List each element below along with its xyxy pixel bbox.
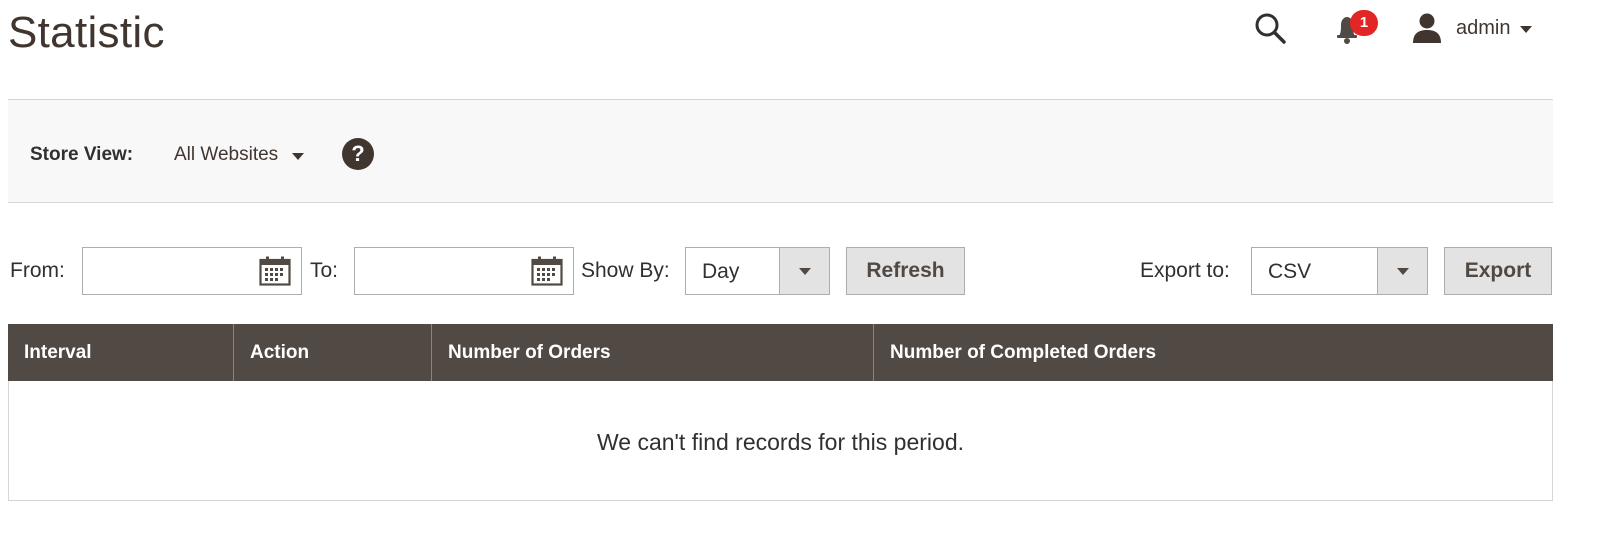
chevron-down-icon [1520, 25, 1533, 33]
from-date-field[interactable] [82, 247, 302, 295]
column-header-number-of-orders[interactable]: Number of Orders [432, 324, 874, 381]
export-format-value: CSV [1268, 260, 1312, 283]
column-header-number-of-completed-orders[interactable]: Number of Completed Orders [874, 324, 1553, 381]
column-header-action[interactable]: Action [234, 324, 432, 381]
grid-header-row: Interval Action Number of Orders Number … [8, 324, 1553, 381]
refresh-button[interactable]: Refresh [846, 247, 965, 295]
store-view-switcher[interactable]: All Websites [174, 144, 305, 166]
calendar-icon[interactable] [531, 256, 563, 286]
export-format-select[interactable]: CSV [1251, 247, 1428, 295]
show-by-select[interactable]: Day [685, 247, 830, 295]
calendar-icon[interactable] [259, 256, 291, 286]
to-label: To: [310, 259, 339, 282]
export-to-label: Export to: [1140, 259, 1230, 282]
store-view-selected: All Websites [174, 144, 279, 165]
search-icon[interactable] [1252, 10, 1288, 46]
page-title: Statistic [8, 8, 165, 57]
chevron-down-icon [292, 153, 305, 160]
grid-empty-message: We can't find records for this period. [8, 381, 1553, 501]
user-account-menu[interactable]: admin [1410, 10, 1533, 46]
user-icon [1413, 13, 1441, 43]
filter-toolbar: From: To: Show By: Day Refresh Export to… [0, 247, 1603, 295]
export-button[interactable]: Export [1444, 247, 1552, 295]
chevron-down-icon[interactable] [779, 248, 829, 294]
to-date-field[interactable] [354, 247, 574, 295]
help-icon[interactable]: ? [342, 138, 374, 170]
show-by-label: Show By: [581, 259, 670, 282]
store-view-bar: Store View: All Websites ? [8, 99, 1553, 203]
show-by-value: Day [702, 260, 740, 283]
column-header-interval[interactable]: Interval [8, 324, 234, 381]
user-name: admin [1456, 16, 1511, 39]
chevron-down-icon[interactable] [1377, 248, 1427, 294]
notification-count-badge[interactable]: 1 [1350, 10, 1378, 36]
store-view-label: Store View: [30, 144, 134, 165]
statistics-grid: Interval Action Number of Orders Number … [8, 324, 1553, 501]
from-label: From: [10, 259, 65, 282]
